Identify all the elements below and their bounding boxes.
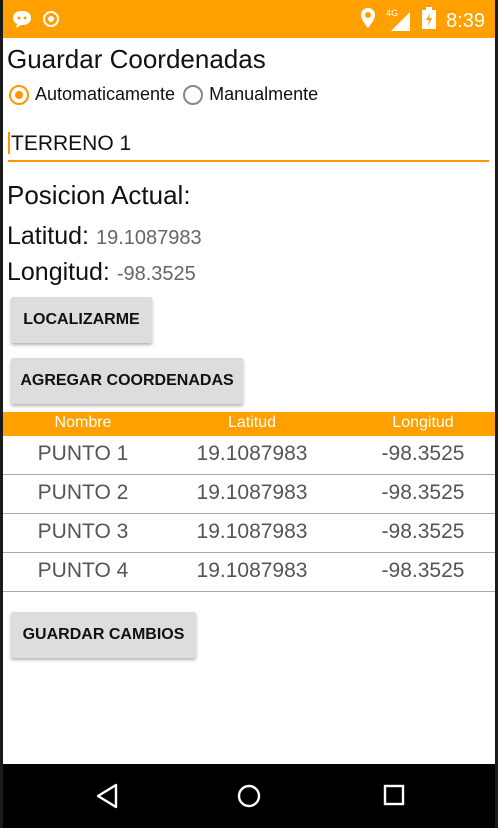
table-header: Nombre Latitud Longitud	[3, 412, 495, 436]
row-latitude: 19.1087983	[196, 481, 308, 504]
longitude-line: Longitud: -98.3525	[7, 258, 196, 287]
recents-icon[interactable]	[382, 783, 406, 812]
row-name: PUNTO 4	[37, 559, 129, 582]
status-bar: 4G 8:39	[3, 0, 495, 38]
row-longitude: -98.3525	[381, 442, 465, 465]
radio-button-checked[interactable]	[9, 84, 29, 105]
mode-radio-group: Automaticamente Manualmente	[9, 84, 326, 105]
row-longitude: -98.3525	[381, 520, 465, 543]
row-longitude: -98.3525	[381, 481, 465, 504]
add-coordinates-button[interactable]: AGREGAR COORDENADAS	[11, 358, 243, 404]
clock-time: 8:39	[446, 9, 485, 32]
text-cursor	[8, 132, 10, 154]
radio-automatic-label: Automaticamente	[35, 84, 176, 104]
radio-automatic[interactable]: Automaticamente	[9, 84, 175, 105]
row-latitude: 19.1087983	[196, 442, 308, 465]
radio-manual-label: Manualmente	[209, 84, 319, 104]
save-changes-button[interactable]: GUARDAR CAMBIOS	[11, 612, 196, 658]
table-row[interactable]: PUNTO 1 19.1087983 -98.3525	[3, 436, 495, 475]
row-name: PUNTO 1	[37, 442, 129, 465]
network-type-label: 4G	[386, 8, 399, 18]
terrain-name-value: TERRENO 1	[11, 132, 132, 155]
longitude-label: Longitud:	[7, 258, 110, 286]
back-icon[interactable]	[95, 783, 119, 814]
shield-icon	[43, 10, 59, 33]
row-latitude: 19.1087983	[196, 559, 308, 582]
row-longitude: -98.3525	[381, 559, 465, 582]
chat-icon	[11, 9, 33, 34]
navigation-bar	[3, 764, 495, 828]
latitude-value: 19.1087983	[95, 227, 202, 249]
latitude-line: Latitud: 19.1087983	[7, 222, 202, 251]
header-name: Nombre	[54, 414, 112, 431]
longitude-value: -98.3525	[116, 263, 196, 285]
signal-icon: 4G	[386, 8, 412, 32]
latitude-label: Latitud:	[7, 222, 90, 250]
row-latitude: 19.1087983	[196, 520, 308, 543]
terrain-name-input[interactable]: TERRENO 1	[8, 128, 489, 162]
table-row[interactable]: PUNTO 4 19.1087983 -98.3525	[3, 553, 495, 592]
battery-icon	[422, 7, 437, 35]
coordinates-table: Nombre Latitud Longitud PUNTO 1 19.10879…	[3, 412, 495, 592]
header-longitude: Longitud	[392, 414, 454, 431]
row-name: PUNTO 3	[37, 520, 129, 543]
app-title: Guardar Coordenadas	[7, 44, 266, 74]
table-row[interactable]: PUNTO 3 19.1087983 -98.3525	[3, 514, 495, 553]
header-latitude: Latitud	[227, 414, 277, 431]
locate-button[interactable]: LOCALIZARME	[11, 297, 152, 343]
table-row[interactable]: PUNTO 2 19.1087983 -98.3525	[3, 475, 495, 514]
radio-button-unchecked[interactable]	[183, 84, 204, 105]
radio-manual[interactable]: Manualmente	[183, 84, 318, 105]
row-name: PUNTO 2	[37, 481, 129, 504]
home-icon[interactable]	[236, 783, 262, 814]
app-screen: 4G 8:39 Guardar Coordenadas Automaticame…	[3, 0, 495, 828]
location-pin-icon	[360, 7, 376, 35]
current-position-heading: Posicion Actual:	[7, 180, 191, 210]
